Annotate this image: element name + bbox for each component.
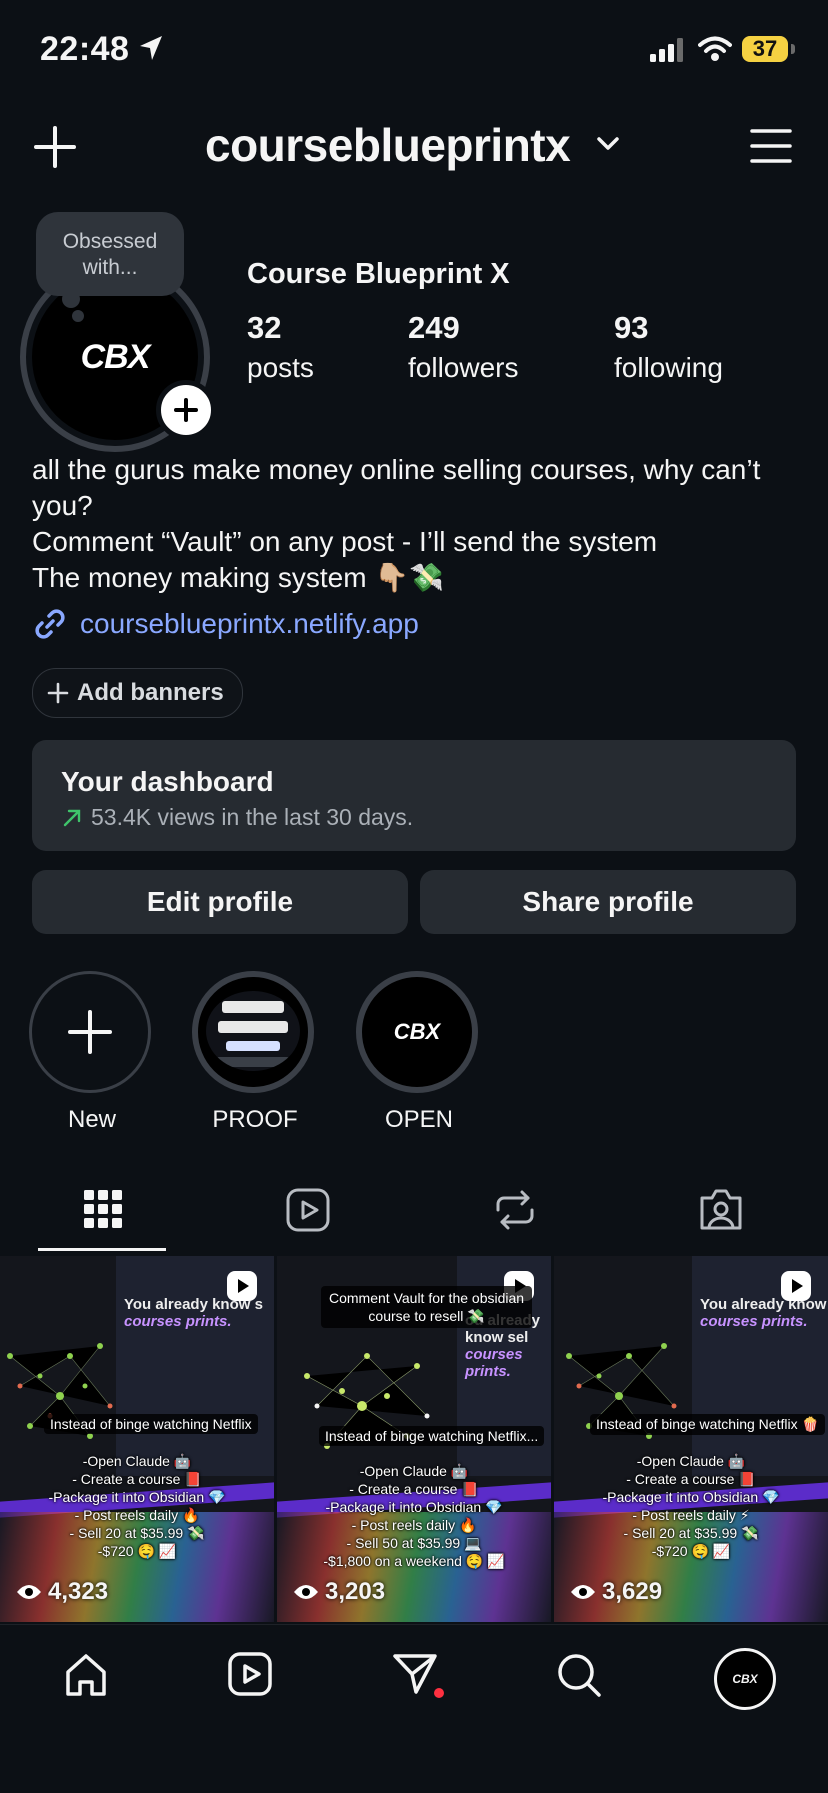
- bio-line: The money making system 👇🏼💸: [32, 562, 445, 593]
- bio: all the gurus make money online selling …: [32, 452, 802, 596]
- create-plus-icon[interactable]: [34, 126, 76, 168]
- stat-value: 93: [614, 310, 649, 345]
- post-tile[interactable]: ou already know selcourses prints. Comme…: [277, 1256, 551, 1622]
- network-graph-image: [566, 1343, 677, 1439]
- edit-profile-button[interactable]: Edit profile: [32, 870, 408, 934]
- bio-line: Comment “Vault” on any post - I’ll send …: [32, 526, 658, 557]
- battery-tip: [791, 44, 795, 54]
- home-icon[interactable]: [64, 1652, 108, 1698]
- location-arrow-icon: [140, 36, 162, 60]
- post-caption-overlay: Instead of binge watching Netflix 🍿: [590, 1414, 825, 1435]
- notification-dot: [434, 1688, 444, 1698]
- stat-label: followers: [408, 352, 519, 383]
- plus-icon: [47, 682, 69, 704]
- note-bubble[interactable]: Obsessed with...: [36, 212, 184, 296]
- highlight-label: New: [67, 1106, 116, 1133]
- highlight-label: OPEN: [384, 1106, 453, 1133]
- active-tab-indicator: [38, 1248, 166, 1251]
- reels-nav-icon[interactable]: [228, 1652, 272, 1696]
- post-view-count: 3,629: [570, 1578, 662, 1606]
- link-icon: [35, 609, 65, 639]
- dashboard-subtitle: 53.4K views in the last 30 days.: [91, 804, 414, 830]
- post-tile[interactable]: You already know s courses prints. Instea…: [0, 1256, 274, 1622]
- add-banners-button[interactable]: Add banners: [32, 668, 243, 718]
- dashboard-title: Your dashboard: [61, 766, 274, 797]
- bio-line: you?: [32, 490, 93, 521]
- highlight-logo-text: CBX: [393, 1019, 441, 1044]
- followers-count[interactable]: 249 followers: [408, 310, 518, 384]
- bio-link-text[interactable]: courseblueprintx.netlify.app: [80, 608, 419, 640]
- avatar-logo-text: CBX: [80, 337, 151, 376]
- battery-indicator: 37: [742, 36, 788, 62]
- bio-link[interactable]: courseblueprintx.netlify.app: [32, 606, 419, 642]
- stat-label: posts: [247, 352, 314, 383]
- post-list-overlay: -Open Claude 🤖 - Create a course 📕 -Packag…: [48, 1453, 226, 1559]
- dashboard-subtitle-row: 53.4K views in the last 30 days.: [61, 804, 413, 831]
- following-count[interactable]: 93 following: [614, 310, 723, 384]
- network-graph-image: [304, 1353, 430, 1449]
- menu-hamburger-icon[interactable]: [750, 128, 792, 164]
- eye-icon: [17, 1585, 41, 1599]
- direct-messages-icon[interactable]: [392, 1652, 438, 1696]
- post-list-overlay: -Open Claude 🤖 - Create a course 📕 -Packag…: [323, 1463, 505, 1569]
- post-view-count: 3,203: [293, 1578, 385, 1606]
- note-bubble-tail-small: [72, 310, 84, 322]
- grid-icon[interactable]: [84, 1190, 122, 1228]
- wifi-icon: [698, 36, 732, 61]
- trend-up-arrow-icon: [63, 809, 81, 826]
- reel-play-icon: [781, 1271, 811, 1301]
- add-banners-label: Add banners: [77, 679, 224, 706]
- post-list-overlay: -Open Claude 🤖 - Create a course 📕 -Packag…: [602, 1453, 780, 1559]
- new-highlight-button[interactable]: [29, 971, 151, 1093]
- post-view-count: 4,323: [16, 1578, 108, 1606]
- network-graph-image: [7, 1343, 113, 1439]
- post-tile[interactable]: You already know courses prints. Instead …: [554, 1256, 828, 1622]
- bio-line: all the gurus make money online selling …: [32, 454, 761, 485]
- chevron-down-icon[interactable]: [596, 136, 620, 152]
- stat-value: 32: [247, 310, 282, 345]
- post-caption-overlay: Instead of binge watching Netflix...: [319, 1426, 545, 1446]
- eye-icon: [294, 1585, 318, 1599]
- posts-count[interactable]: 32 posts: [247, 310, 314, 384]
- status-time: 22:48: [40, 30, 130, 68]
- add-story-button[interactable]: [156, 380, 216, 440]
- bottom-navigation-bar: [0, 1624, 828, 1793]
- stat-label: following: [614, 352, 723, 383]
- professional-dashboard[interactable]: Your dashboard 53.4K views in the last 3…: [32, 740, 796, 851]
- post-top-caption-overlay: Comment Vault for the obsidian course to …: [321, 1286, 533, 1328]
- reels-icon[interactable]: [286, 1188, 330, 1232]
- highlight-open[interactable]: CBX: [356, 971, 478, 1093]
- account-switcher-username[interactable]: courseblueprintx: [205, 118, 571, 172]
- highlight-proof[interactable]: [192, 971, 314, 1093]
- reel-play-icon: [227, 1271, 257, 1301]
- search-icon[interactable]: [556, 1652, 602, 1698]
- share-profile-button[interactable]: Share profile: [420, 870, 796, 934]
- tagged-icon[interactable]: [698, 1186, 744, 1232]
- eye-icon: [571, 1585, 595, 1599]
- plus-icon: [68, 1010, 112, 1054]
- display-name: Course Blueprint X: [247, 258, 510, 290]
- reposts-icon[interactable]: [492, 1188, 538, 1232]
- stat-value: 249: [408, 310, 460, 345]
- plus-icon: [174, 398, 198, 422]
- highlight-label: PROOF: [212, 1106, 298, 1133]
- cellular-signal-icon: [650, 38, 683, 62]
- profile-tab-avatar[interactable]: CBX: [714, 1648, 776, 1710]
- post-caption-overlay: Instead of binge watching Netflix: [44, 1414, 258, 1434]
